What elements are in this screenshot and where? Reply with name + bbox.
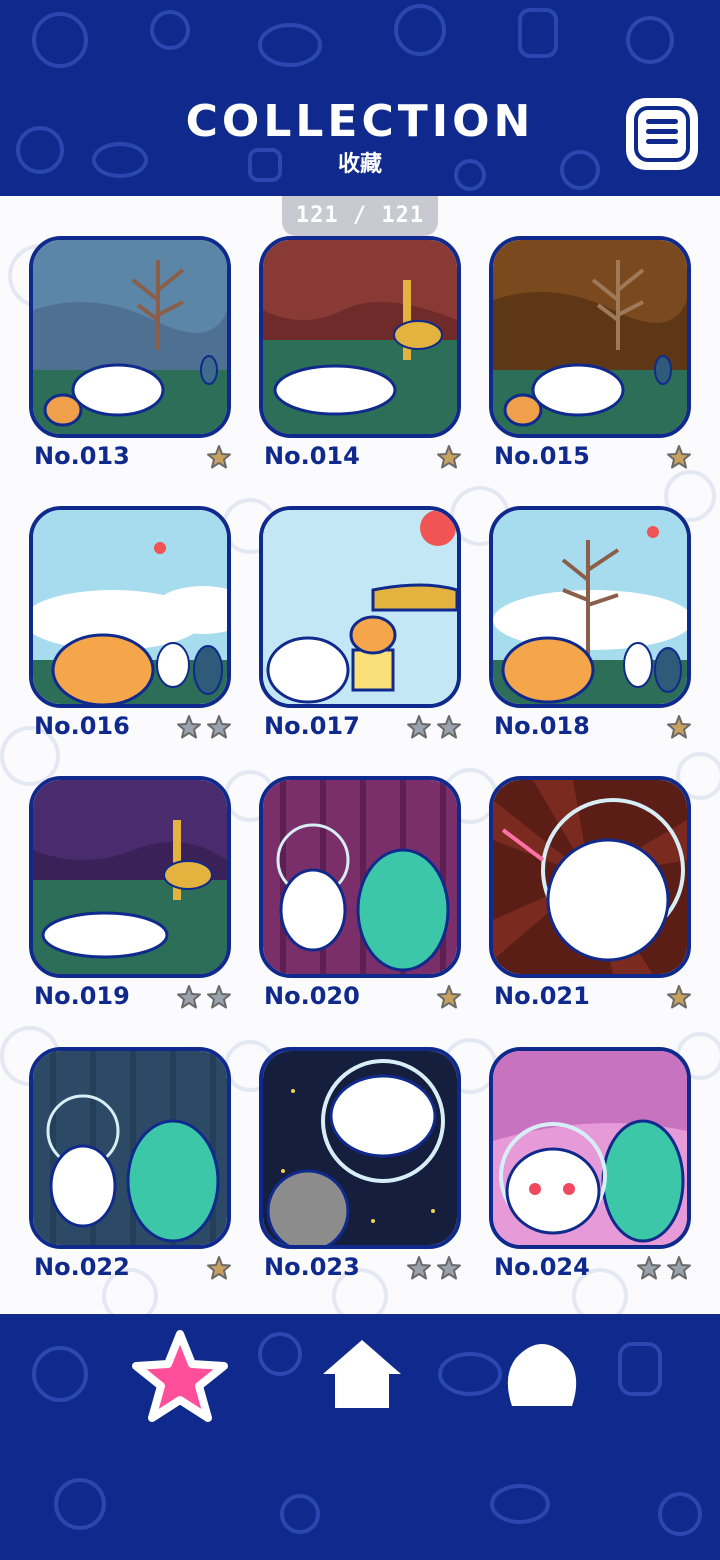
illustration-sky-poodle: [33, 510, 227, 704]
collection-card-019[interactable]: [29, 776, 231, 978]
item-label-023: No.023: [264, 1253, 360, 1281]
item-label-018: No.018: [494, 712, 590, 740]
illustration-pink-candy: [493, 1051, 687, 1245]
collection-card-018[interactable]: [489, 506, 691, 708]
rating-star-icon: [667, 445, 691, 469]
star-icon: [132, 1330, 228, 1422]
rating-star-icon: [637, 1256, 661, 1280]
item-label-019: No.019: [34, 982, 130, 1010]
rating-star-icon: [667, 715, 691, 739]
illustration-dog-tree-birds: [493, 240, 687, 434]
page-subtitle: 收藏: [337, 152, 382, 177]
rating-star-icon: [667, 985, 691, 1009]
illustration-helmet-crack: [493, 780, 687, 974]
illustration-giraffe-icecream: [263, 510, 457, 704]
item-label-015: No.015: [494, 442, 590, 470]
rating-star-icon: [177, 985, 201, 1009]
rating-star-icon: [437, 1256, 461, 1280]
rating-star-icon: [407, 715, 431, 739]
collection-card-017[interactable]: [259, 506, 461, 708]
collection-counter: 121 / 121: [282, 196, 438, 236]
illustration-night-giraffe: [33, 780, 227, 974]
collection-card-015[interactable]: [489, 236, 691, 438]
item-label-013: No.013: [34, 442, 130, 470]
nav-collection-button[interactable]: [132, 1330, 228, 1426]
rating-star-icon: [437, 715, 461, 739]
item-label-017: No.017: [264, 712, 360, 740]
illustration-dog-giraffe: [263, 240, 457, 434]
illustration-space-dog: [263, 1051, 457, 1245]
rating-star-icon: [207, 715, 231, 739]
collection-card-020[interactable]: [259, 776, 461, 978]
item-label-024: No.024: [494, 1253, 590, 1281]
nav-home-button[interactable]: [321, 1338, 403, 1414]
menu-icon: [634, 106, 690, 162]
rating-star-icon: [177, 715, 201, 739]
illustration-alien-dark: [33, 1051, 227, 1245]
rating-star-icon: [667, 1256, 691, 1280]
menu-button[interactable]: [626, 98, 698, 170]
item-label-014: No.014: [264, 442, 360, 470]
rating-star-icon: [207, 1256, 231, 1280]
item-label-020: No.020: [264, 982, 360, 1010]
nav-character-button[interactable]: [502, 1336, 582, 1412]
illustration-dog-tree: [33, 240, 227, 434]
page-title: COLLECTION: [185, 96, 535, 147]
collection-card-022[interactable]: [29, 1047, 231, 1249]
rating-star-icon: [407, 1256, 431, 1280]
item-label-021: No.021: [494, 982, 590, 1010]
home-icon: [323, 1340, 401, 1408]
collection-card-024[interactable]: [489, 1047, 691, 1249]
item-label-016: No.016: [34, 712, 130, 740]
collection-card-023[interactable]: [259, 1047, 461, 1249]
illustration-alien-stage: [263, 780, 457, 974]
header: COLLECTION 收藏: [0, 0, 720, 196]
collection-card-014[interactable]: [259, 236, 461, 438]
dog-icon: [507, 1344, 577, 1406]
illustration-sky-tree: [493, 510, 687, 704]
collection-card-013[interactable]: [29, 236, 231, 438]
rating-star-icon: [207, 985, 231, 1009]
rating-star-icon: [207, 445, 231, 469]
rating-star-icon: [437, 985, 461, 1009]
collection-card-021[interactable]: [489, 776, 691, 978]
rating-star-icon: [437, 445, 461, 469]
item-label-022: No.022: [34, 1253, 130, 1281]
bottom-nav: [0, 1314, 720, 1560]
collection-card-016[interactable]: [29, 506, 231, 708]
